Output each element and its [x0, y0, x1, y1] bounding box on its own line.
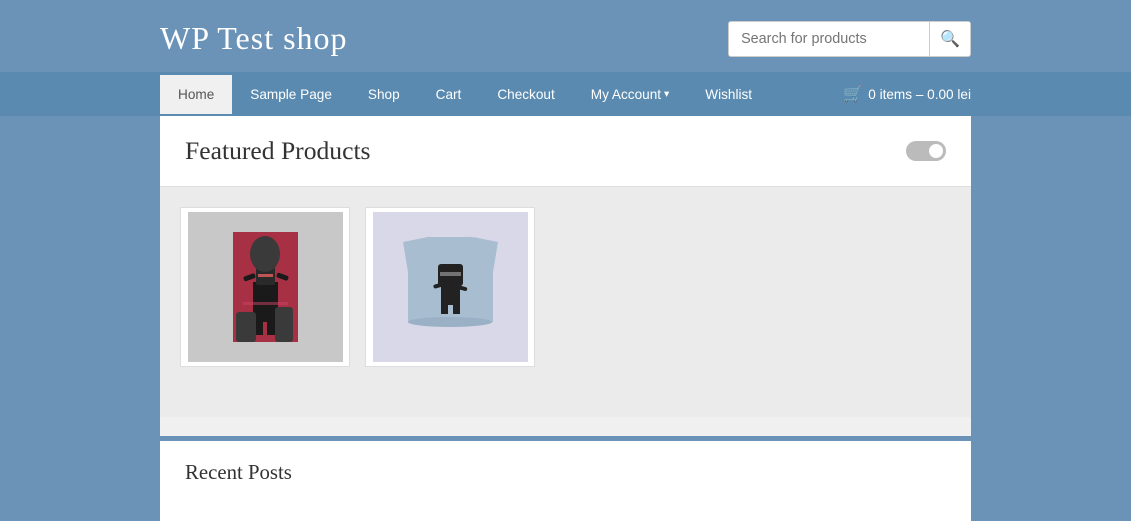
site-header: WP Test shop 🔍 [0, 0, 1131, 72]
toggle-button[interactable] [906, 141, 946, 161]
my-account-chevron: ▾ [664, 88, 669, 100]
content-filler [160, 387, 971, 417]
product-2-image [373, 212, 528, 362]
nav-item-shop[interactable]: Shop [350, 75, 418, 114]
recent-posts-title: Recent Posts [185, 461, 946, 485]
products-area [160, 187, 971, 387]
cart-icon: 🛒 [843, 84, 863, 104]
product-card-1[interactable] [180, 207, 350, 367]
featured-title: Featured Products [185, 136, 371, 166]
featured-header: Featured Products [160, 116, 971, 187]
nav-item-my-account[interactable]: My Account ▾ [573, 75, 687, 114]
bottom-section: Recent Posts [160, 441, 971, 521]
nav-item-wishlist[interactable]: Wishlist [687, 75, 770, 114]
nav-item-checkout[interactable]: Checkout [479, 75, 572, 114]
recent-posts-panel: Recent Posts [160, 441, 971, 521]
cart-area[interactable]: 🛒 0 items – 0.00 lei [843, 72, 971, 116]
product-card-2[interactable] [365, 207, 535, 367]
nav-item-cart[interactable]: Cart [418, 75, 480, 114]
cart-label: 0 items – 0.00 lei [868, 87, 971, 102]
search-bar: 🔍 [728, 21, 971, 57]
content-wrapper: Featured Products [160, 116, 971, 436]
nav-item-sample-page[interactable]: Sample Page [232, 75, 350, 114]
main-nav: Home Sample Page Shop Cart Checkout My A… [0, 72, 1131, 116]
search-button[interactable]: 🔍 [929, 22, 970, 56]
nav-item-home[interactable]: Home [160, 75, 232, 114]
search-input[interactable] [729, 23, 929, 55]
site-title[interactable]: WP Test shop [160, 20, 348, 57]
product-1-image [188, 212, 343, 362]
nav-items: Home Sample Page Shop Cart Checkout My A… [160, 75, 843, 114]
